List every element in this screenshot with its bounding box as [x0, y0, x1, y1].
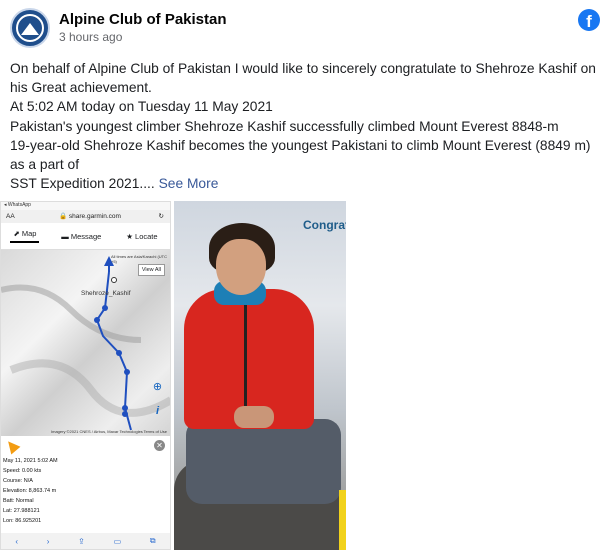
post-line: On behalf of Alpine Club of Pakistan I w…	[10, 61, 596, 76]
garmin-tabs: ⬈ Map ▬ Message ★ Locate	[1, 223, 170, 250]
tab-label: Map	[21, 229, 37, 238]
track-overlay	[1, 256, 170, 431]
tab-message: ▬ Message	[58, 232, 104, 241]
terms-link: Terms of Use	[143, 429, 167, 434]
post-timestamp[interactable]: 3 hours ago	[59, 30, 122, 44]
post-text: On behalf of Alpine Club of Pakistan I w…	[10, 59, 606, 193]
location-info-panel: ✕ May 11, 2021 5:02 AM Speed: 0.00 kts C…	[1, 436, 170, 526]
info-line: Speed: 0.00 kts	[3, 468, 42, 474]
tab-map: ⬈ Map	[10, 229, 40, 243]
garmin-screenshot-image[interactable]: ◂ WhatsApp AA 🔒 share.garmin.com ↻ ⬈ Map…	[0, 201, 171, 550]
tab-label: Message	[70, 231, 102, 241]
info-icon: i	[155, 405, 160, 417]
locate-icon: ★	[126, 231, 133, 241]
post-line: SST Expedition 2021....	[10, 176, 155, 192]
post-line: Pakistan's youngest climber Shehroze Kas…	[10, 118, 559, 134]
post-line-last: SST Expedition 2021.... See More	[10, 174, 606, 193]
post-line: as a part of	[10, 157, 80, 173]
page-name-link[interactable]: Alpine Club of Pakistan	[59, 11, 227, 28]
browser-address-bar: AA 🔒 share.garmin.com ↻	[1, 210, 170, 223]
timezone-note: All times are Asia/Karachi (UTC +5)	[111, 254, 168, 264]
share-icon: ⇪	[78, 536, 85, 546]
browser-toolbar: ‹ › ⇪ ▭ ⧉	[1, 533, 170, 549]
post-header: Alpine Club of Pakistan 3 hours ago f	[10, 8, 600, 48]
info-line: Course: N/A	[3, 478, 33, 484]
view-all-button: View All	[137, 264, 165, 276]
tab-label: Locate	[135, 231, 158, 241]
map-icon: ⬈	[13, 229, 20, 238]
post-line: his Great achievement.	[10, 80, 152, 96]
climber-photo[interactable]: Congrat	[174, 201, 346, 550]
info-line: Elevation: 8,863.74 m	[3, 488, 57, 494]
facebook-icon[interactable]: f	[578, 9, 600, 31]
bookmarks-icon: ▭	[113, 536, 122, 546]
page-avatar[interactable]	[10, 8, 50, 48]
mountain-logo-icon	[21, 23, 39, 35]
navigation-arrow-icon	[3, 437, 21, 455]
banner-text: Congrat	[303, 218, 346, 232]
phone-status-bar: ◂ WhatsApp	[1, 202, 170, 210]
satellite-map: All times are Asia/Karachi (UTC +5) View…	[1, 250, 170, 436]
info-line: May 11, 2021 5:02 AM	[3, 458, 58, 464]
info-line: Batt: Normal	[3, 498, 34, 504]
climber-face	[216, 239, 266, 295]
tabs-icon: ⧉	[149, 536, 156, 545]
post-line: 19-year-old Shehroze Kashif becomes the …	[10, 137, 591, 153]
info-line: Lat: 27.988121	[3, 508, 40, 514]
yellow-strip	[339, 490, 346, 550]
climber-hands	[234, 406, 274, 428]
close-icon: ✕	[154, 440, 165, 451]
zoom-icon: ⊕	[152, 381, 163, 393]
tab-locate: ★ Locate	[123, 232, 160, 241]
reload-icon: ↻	[158, 213, 164, 220]
map-location-label: Shehroze_Kashif	[81, 290, 131, 297]
climber-legs	[186, 419, 341, 504]
info-line: Lon: 86.925201	[3, 518, 42, 524]
url-text: 🔒 share.garmin.com	[59, 213, 121, 220]
forward-icon: ›	[46, 536, 50, 546]
back-icon: ‹	[15, 536, 19, 546]
message-icon: ▬	[61, 231, 69, 241]
jacket-zip	[244, 296, 247, 406]
post-line: At 5:02 AM today on Tuesday 11 May 2021	[10, 99, 273, 115]
imagery-credit: Imagery ©2021 CNES / Airbus, Maxar Techn…	[51, 429, 143, 434]
text-size-button: AA	[6, 213, 15, 220]
see-more-link[interactable]: See More	[159, 176, 219, 191]
